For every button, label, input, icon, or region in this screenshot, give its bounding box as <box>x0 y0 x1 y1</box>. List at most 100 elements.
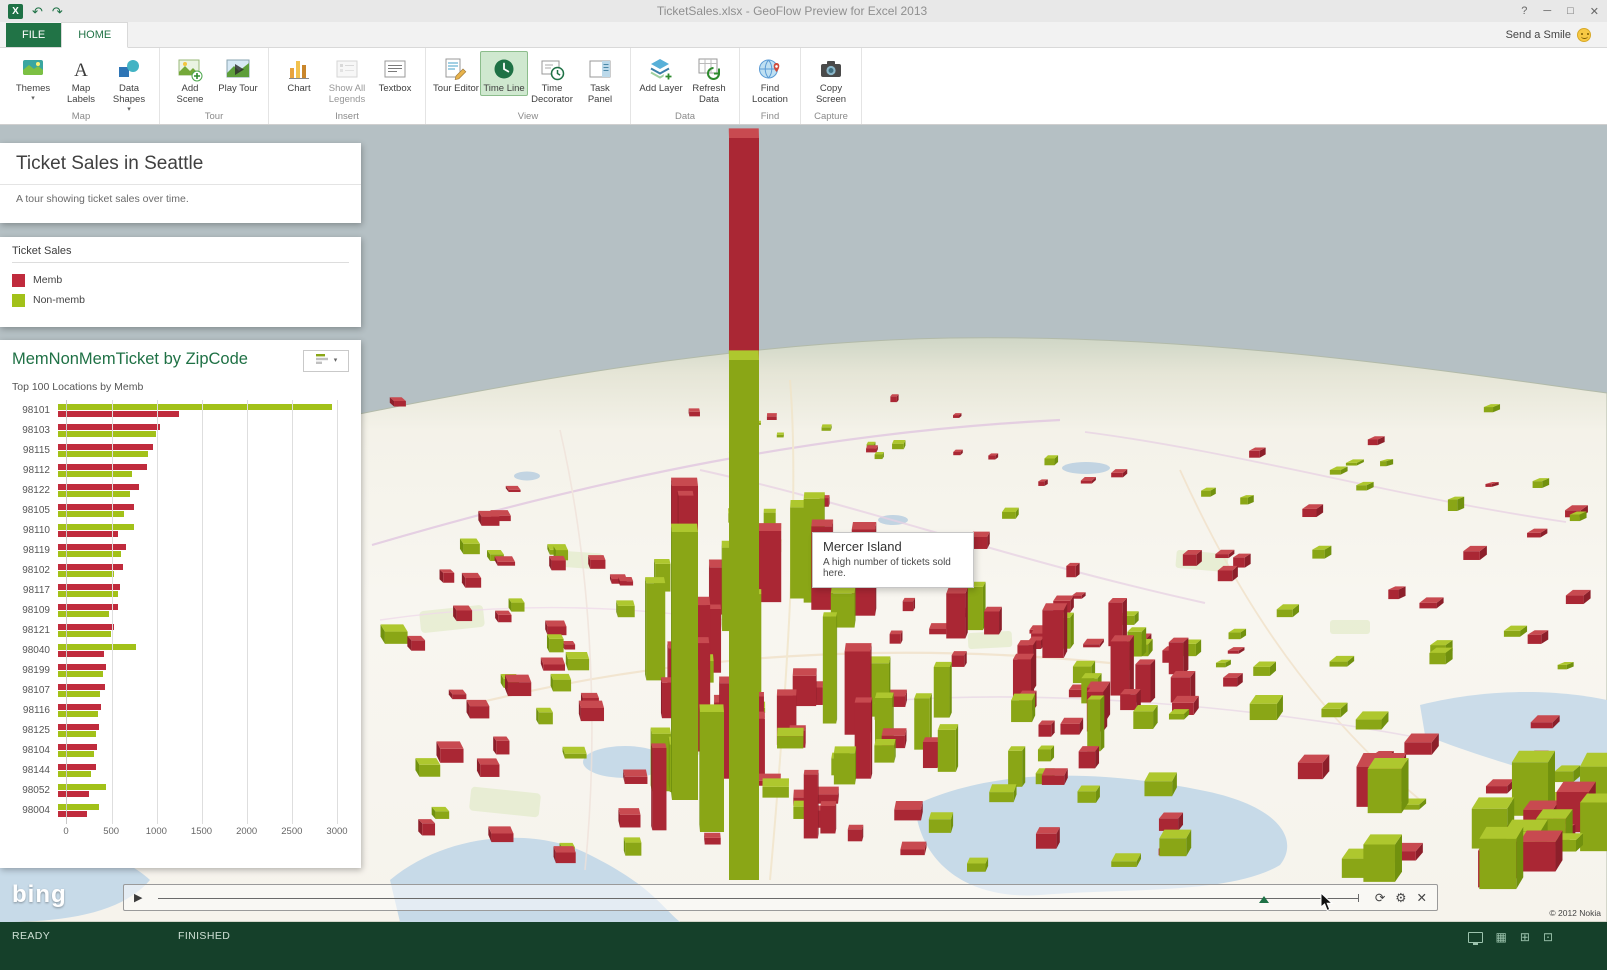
timeline-track[interactable] <box>152 885 1364 910</box>
task-panel-button[interactable]: Task Panel <box>576 51 624 107</box>
timeline-bar[interactable]: ▶ ⟳ ⚙ ✕ <box>123 884 1438 911</box>
bar-memb <box>58 544 126 550</box>
chart-subtitle: Top 100 Locations by Memb <box>12 381 349 393</box>
map-viewport[interactable]: Ticket Sales in Seattle A tour showing t… <box>0 125 1607 922</box>
zip-label: 98109 <box>12 605 58 616</box>
redo-icon[interactable]: ↷ <box>52 5 63 18</box>
bar-memb <box>58 724 99 730</box>
tooltip-title: Mercer Island <box>823 539 963 554</box>
x-tick-label: 0 <box>63 826 68 837</box>
copy-screen-icon <box>818 54 844 84</box>
play-button[interactable]: ▶ <box>134 891 142 904</box>
time-decorator-icon <box>539 54 565 84</box>
x-tick-label: 2500 <box>281 826 302 837</box>
zip-label: 98116 <box>12 705 58 716</box>
find-location-button[interactable]: Find Location <box>746 51 794 107</box>
zip-label: 98040 <box>12 645 58 656</box>
zip-label: 98102 <box>12 565 58 576</box>
send-a-smile-label: Send a Smile <box>1506 29 1571 41</box>
chevron-down-icon: ▾ <box>31 95 35 103</box>
data-shapes-icon <box>116 54 142 84</box>
show-all-legends-button: Show All Legends <box>323 51 371 107</box>
excel-app-icon: X <box>8 4 23 19</box>
bar-memb <box>58 811 87 817</box>
timeline-end-tick <box>1358 894 1359 902</box>
tab-file[interactable]: FILE <box>6 23 61 47</box>
zip-label: 98119 <box>12 545 58 556</box>
group-label-view: View <box>426 111 630 122</box>
data-shapes-button[interactable]: Data Shapes ▾ <box>105 51 153 115</box>
help-button[interactable]: ? <box>1521 5 1527 18</box>
bar-non-memb <box>58 711 98 717</box>
bar-non-memb <box>58 611 109 617</box>
group-label-find: Find <box>740 111 800 122</box>
close-button[interactable]: ✕ <box>1590 5 1599 18</box>
bar-non-memb <box>58 524 134 530</box>
bar-memb <box>58 504 134 510</box>
chart-row: 98121 <box>12 620 349 640</box>
zip-label: 98104 <box>12 745 58 756</box>
chart-row: 98144 <box>12 760 349 780</box>
window-controls: ? ─ □ ✕ <box>1521 5 1599 18</box>
tour-editor-button[interactable]: Tour Editor <box>432 51 480 96</box>
bar-memb <box>58 444 153 450</box>
status-display-icon[interactable] <box>1468 932 1483 943</box>
map-tooltip: Mercer Island A high number of tickets s… <box>812 532 974 588</box>
undo-icon[interactable]: ↶ <box>32 5 43 18</box>
timeline-line <box>158 898 1358 899</box>
task-panel-icon <box>587 54 613 84</box>
chart-row: 98102 <box>12 560 349 580</box>
chart-row: 98119 <box>12 540 349 560</box>
play-tour-button[interactable]: Play Tour <box>214 51 262 96</box>
status-view-grid-icon[interactable]: ▦ <box>1496 930 1507 944</box>
maximize-button[interactable]: □ <box>1567 5 1574 18</box>
chart-type-dropdown[interactable]: ▾ <box>303 350 349 372</box>
zip-label: 98125 <box>12 725 58 736</box>
chart-button[interactable]: Chart <box>275 51 323 96</box>
bar-non-memb <box>58 631 111 637</box>
status-view-tile-icon[interactable]: ⊞ <box>1520 930 1530 944</box>
bar-memb <box>58 791 89 797</box>
legend-card: Ticket Sales MembNon-memb <box>0 237 361 327</box>
map-labels-button[interactable]: A Map Labels <box>57 51 105 107</box>
chart-row: 98103 <box>12 420 349 440</box>
add-scene-button[interactable]: Add Scene <box>166 51 214 107</box>
ribbon-group-find: Find Location Find <box>740 48 801 124</box>
status-view-full-icon[interactable]: ⊡ <box>1543 930 1553 944</box>
legend-item: Non-memb <box>12 290 349 310</box>
window-title: TicketSales.xlsx - GeoFlow Preview for E… <box>63 4 1521 18</box>
tour-title-card: Ticket Sales in Seattle A tour showing t… <box>0 143 361 223</box>
bar-non-memb <box>58 404 332 410</box>
bar-non-memb <box>58 804 99 810</box>
status-bar: READY FINISHED ▦ ⊞ ⊡ <box>0 922 1607 970</box>
bar-non-memb <box>58 671 103 677</box>
minimize-button[interactable]: ─ <box>1543 5 1551 18</box>
send-a-smile-button[interactable]: Send a Smile <box>1506 28 1607 47</box>
timeline-position-marker[interactable] <box>1259 896 1269 903</box>
themes-button[interactable]: Themes ▾ <box>9 51 57 104</box>
ribbon-group-data: Add Layer Refresh Data Data <box>631 48 740 124</box>
x-tick-label: 500 <box>103 826 119 837</box>
bar-memb <box>58 604 118 610</box>
time-decorator-button[interactable]: Time Decorator <box>528 51 576 107</box>
bar-non-memb <box>58 491 130 497</box>
settings-gear-icon[interactable]: ⚙ <box>1395 890 1406 905</box>
chart-row: 98112 <box>12 460 349 480</box>
chart-row: 98116 <box>12 700 349 720</box>
textbox-button[interactable]: Textbox <box>371 51 419 96</box>
chart-row: 98115 <box>12 440 349 460</box>
ribbon: Themes ▾ A Map Labels Data Shapes ▾ Map … <box>0 48 1607 125</box>
add-layer-button[interactable]: Add Layer <box>637 51 685 96</box>
copy-screen-button[interactable]: Copy Screen <box>807 51 855 107</box>
zip-label: 98101 <box>12 405 58 416</box>
tooltip-text: A high number of tickets sold here. <box>823 557 963 579</box>
group-label-insert: Insert <box>269 111 425 122</box>
timeline-close-icon[interactable]: ✕ <box>1417 890 1427 905</box>
refresh-data-button[interactable]: Refresh Data <box>685 51 733 107</box>
tab-home[interactable]: HOME <box>61 22 128 48</box>
bar-non-memb <box>58 751 94 757</box>
chart-icon <box>286 54 312 84</box>
time-line-button[interactable]: Time Line <box>480 51 528 96</box>
x-tick-label: 1500 <box>191 826 212 837</box>
refresh-icon[interactable]: ⟳ <box>1375 890 1385 905</box>
